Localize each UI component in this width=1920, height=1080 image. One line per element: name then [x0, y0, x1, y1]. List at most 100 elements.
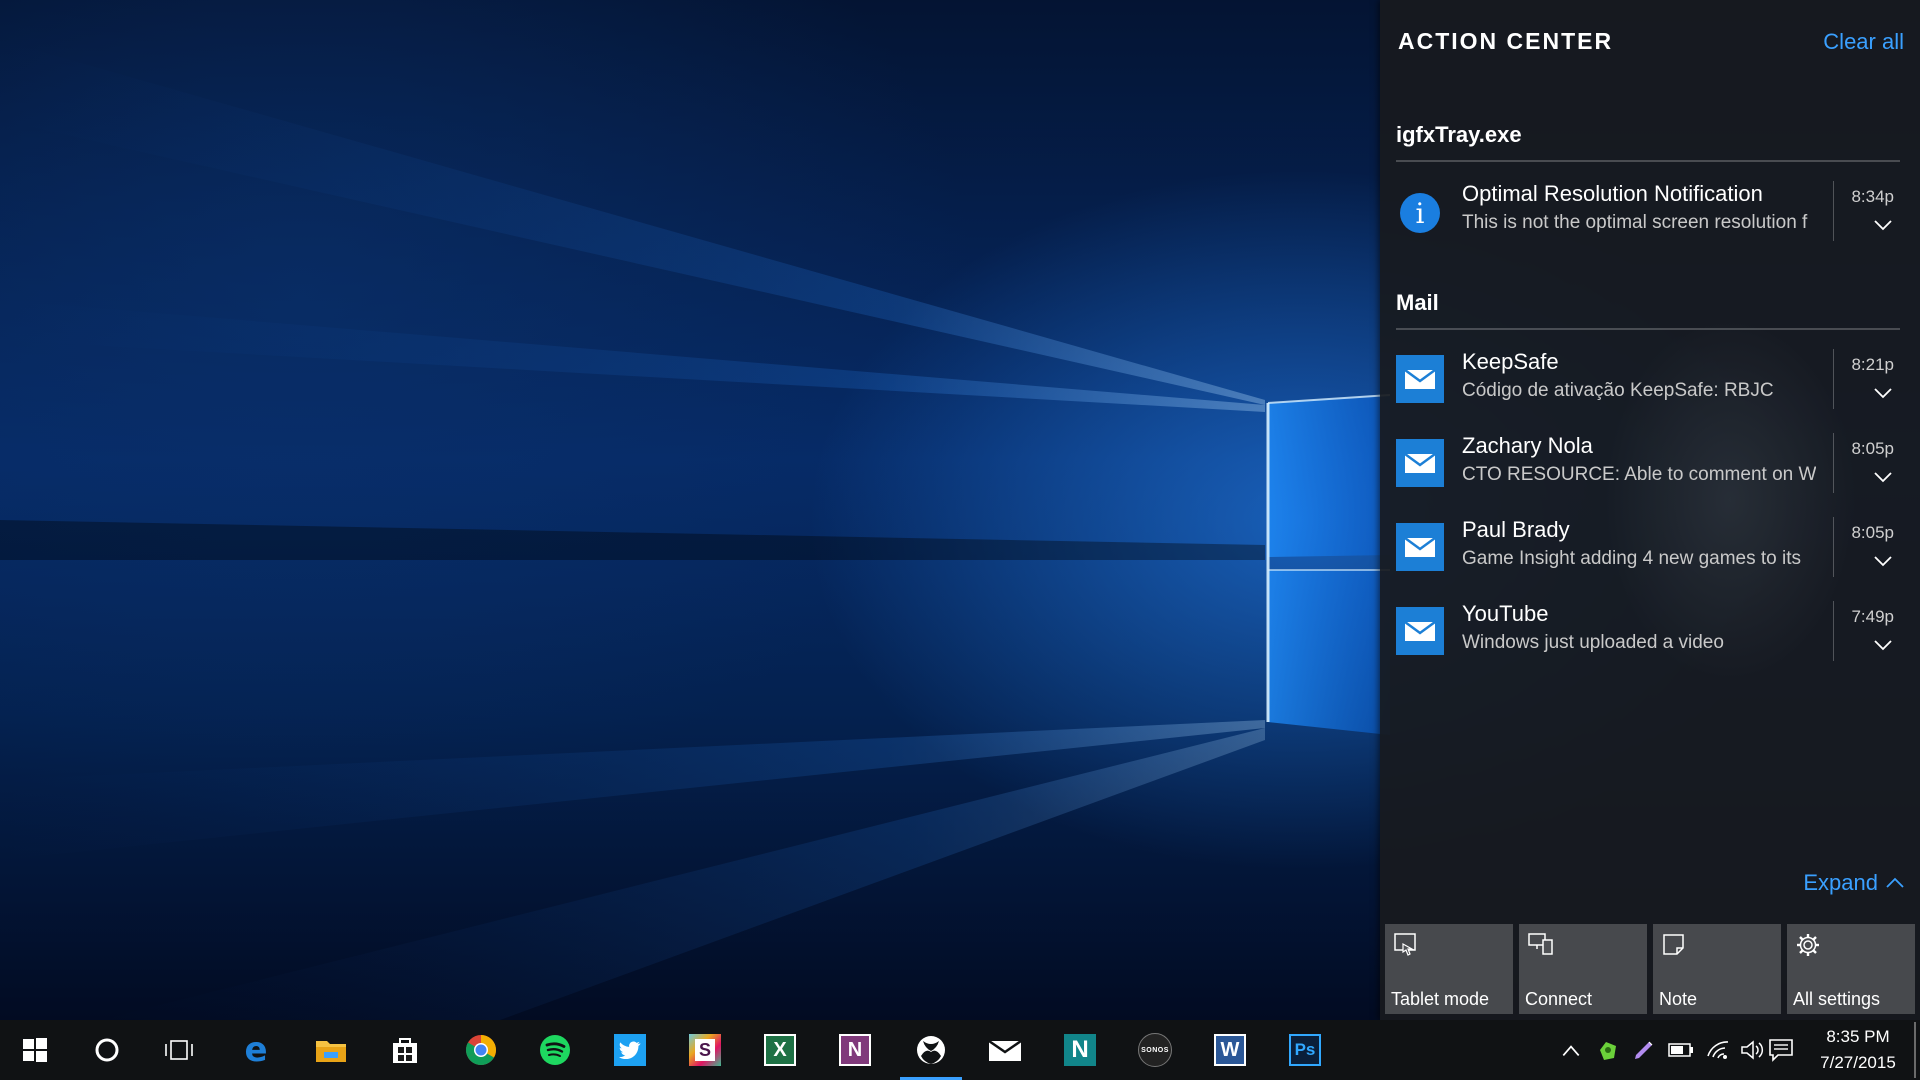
- taskbar-slack[interactable]: S: [674, 1020, 736, 1080]
- action-center-panel: ACTION CENTER Clear all igfxTray.exe i O…: [1380, 0, 1920, 1020]
- store-icon: [393, 1038, 417, 1063]
- wifi-icon[interactable]: [1706, 1038, 1730, 1060]
- notification-body: Código de ativação KeepSafe: RBJC: [1462, 380, 1774, 401]
- task-view-icon: [165, 1040, 193, 1060]
- mail-icon: [1396, 355, 1444, 403]
- notification-body: Windows just uploaded a video: [1462, 632, 1724, 653]
- notification-youtube[interactable]: YouTube Windows just uploaded a video 7:…: [1396, 601, 1906, 665]
- mail-icon: [988, 1039, 1022, 1061]
- notification-body: This is not the optimal screen resolutio…: [1462, 212, 1808, 233]
- pen-tray-icon[interactable]: [1632, 1038, 1656, 1062]
- show-desktop-button[interactable]: [1914, 1022, 1916, 1078]
- spotify-icon: [540, 1035, 570, 1065]
- taskbar-chrome[interactable]: [450, 1020, 512, 1080]
- notification-title: Paul Brady: [1462, 517, 1570, 542]
- quick-action-label: Note: [1659, 989, 1698, 1009]
- chrome-icon: [465, 1035, 497, 1066]
- notification-title: Optimal Resolution Notification: [1462, 181, 1763, 206]
- notification-title: KeepSafe: [1462, 349, 1559, 374]
- taskbar-sonos[interactable]: SONOS: [1124, 1020, 1186, 1080]
- taskbar-nextgen-reader[interactable]: N: [1049, 1020, 1111, 1080]
- clock-date: 7/27/2015: [1820, 1053, 1896, 1072]
- info-icon: i: [1400, 193, 1440, 233]
- notification-body: Game Insight adding 4 new games to its: [1462, 548, 1802, 569]
- n-icon: N: [1064, 1034, 1096, 1066]
- notification-separator: [1833, 181, 1834, 241]
- notification-optimal-resolution[interactable]: i Optimal Resolution Notification This i…: [1396, 181, 1906, 245]
- twitter-icon: [614, 1034, 646, 1066]
- taskbar-excel[interactable]: X: [749, 1020, 811, 1080]
- notification-separator: [1833, 601, 1834, 661]
- cortana-button[interactable]: [76, 1020, 138, 1080]
- quick-action-tablet-mode[interactable]: Tablet mode: [1385, 924, 1513, 1014]
- clear-all-button[interactable]: Clear all: [1823, 29, 1904, 55]
- windows-logo-icon: [23, 1038, 47, 1062]
- note-icon: [1663, 934, 1684, 955]
- notification-time: 8:21p: [1851, 355, 1894, 374]
- group-header-igfxtray[interactable]: igfxTray.exe: [1396, 122, 1900, 162]
- chevron-up-icon[interactable]: [1560, 1040, 1582, 1062]
- action-center-button[interactable]: [1762, 1026, 1800, 1074]
- action-center-title: ACTION CENTER: [1398, 28, 1614, 54]
- notification-title: YouTube: [1462, 601, 1549, 626]
- expand-button[interactable]: Expand: [1803, 870, 1904, 896]
- taskbar-mail[interactable]: [974, 1020, 1036, 1080]
- taskbar-xbox[interactable]: [900, 1020, 962, 1080]
- chevron-down-icon[interactable]: [1874, 555, 1892, 567]
- photoshop-icon: Ps: [1289, 1034, 1321, 1066]
- chevron-down-icon[interactable]: [1874, 471, 1892, 483]
- quick-action-label: Connect: [1525, 989, 1593, 1009]
- action-center-icon: [1769, 1039, 1793, 1062]
- notification-body: CTO RESOURCE: Able to comment on Wi: [1462, 464, 1816, 485]
- gear-icon: [1797, 934, 1819, 956]
- task-view-button[interactable]: [148, 1020, 210, 1080]
- taskbar-photoshop[interactable]: Ps: [1274, 1020, 1336, 1080]
- notification-keepsafe[interactable]: KeepSafe Código de ativação KeepSafe: RB…: [1396, 349, 1906, 413]
- sonos-icon: SONOS: [1138, 1033, 1172, 1067]
- taskbar-store[interactable]: [374, 1020, 436, 1080]
- taskbar-twitter[interactable]: [599, 1020, 661, 1080]
- mail-icon: [1396, 523, 1444, 571]
- notification-time: 8:05p: [1851, 523, 1894, 542]
- word-icon: W: [1214, 1034, 1246, 1066]
- clock-time: 8:35 PM: [1826, 1027, 1890, 1046]
- connect-icon: [1528, 933, 1553, 955]
- taskbar-word[interactable]: W: [1199, 1020, 1261, 1080]
- notification-separator: [1833, 517, 1834, 577]
- slack-icon: S: [689, 1034, 721, 1066]
- taskbar-spotify[interactable]: [524, 1020, 586, 1080]
- quick-action-connect[interactable]: Connect: [1519, 924, 1647, 1014]
- green-tray-app-icon[interactable]: [1596, 1038, 1620, 1062]
- notification-title: Zachary Nola: [1462, 433, 1593, 458]
- notification-separator: [1833, 433, 1834, 493]
- group-header-mail[interactable]: Mail: [1396, 290, 1900, 330]
- notification-paul-brady[interactable]: Paul Brady Game Insight adding 4 new gam…: [1396, 517, 1906, 581]
- taskbar-file-explorer[interactable]: [300, 1020, 362, 1080]
- taskbar-edge[interactable]: e: [225, 1020, 287, 1080]
- volume-icon[interactable]: [1740, 1038, 1764, 1062]
- quick-action-all-settings[interactable]: All settings: [1787, 924, 1915, 1014]
- onenote-icon: N: [839, 1034, 871, 1066]
- start-button[interactable]: [4, 1020, 66, 1080]
- chevron-down-icon[interactable]: [1874, 387, 1892, 399]
- xbox-icon: [917, 1036, 945, 1064]
- battery-icon[interactable]: [1668, 1042, 1694, 1058]
- tablet-mode-icon: [1394, 933, 1416, 956]
- excel-icon: X: [764, 1034, 796, 1066]
- edge-icon: e: [244, 1030, 268, 1070]
- quick-action-label: All settings: [1793, 989, 1881, 1009]
- notification-time: 8:34p: [1851, 187, 1894, 206]
- quick-action-label: Tablet mode: [1391, 989, 1490, 1009]
- notification-time: 7:49p: [1851, 607, 1894, 626]
- notification-zachary-nola[interactable]: Zachary Nola CTO RESOURCE: Able to comme…: [1396, 433, 1906, 497]
- expand-label: Expand: [1803, 870, 1878, 895]
- quick-action-note[interactable]: Note: [1653, 924, 1781, 1014]
- chevron-down-icon[interactable]: [1874, 639, 1892, 651]
- folder-icon: [316, 1041, 346, 1062]
- chevron-down-icon[interactable]: [1874, 219, 1892, 231]
- taskbar-clock[interactable]: 8:35 PM 7/27/2015: [1808, 1024, 1908, 1076]
- mail-icon: [1396, 607, 1444, 655]
- taskbar-onenote[interactable]: N: [824, 1020, 886, 1080]
- notification-time: 8:05p: [1851, 439, 1894, 458]
- mail-icon: [1396, 439, 1444, 487]
